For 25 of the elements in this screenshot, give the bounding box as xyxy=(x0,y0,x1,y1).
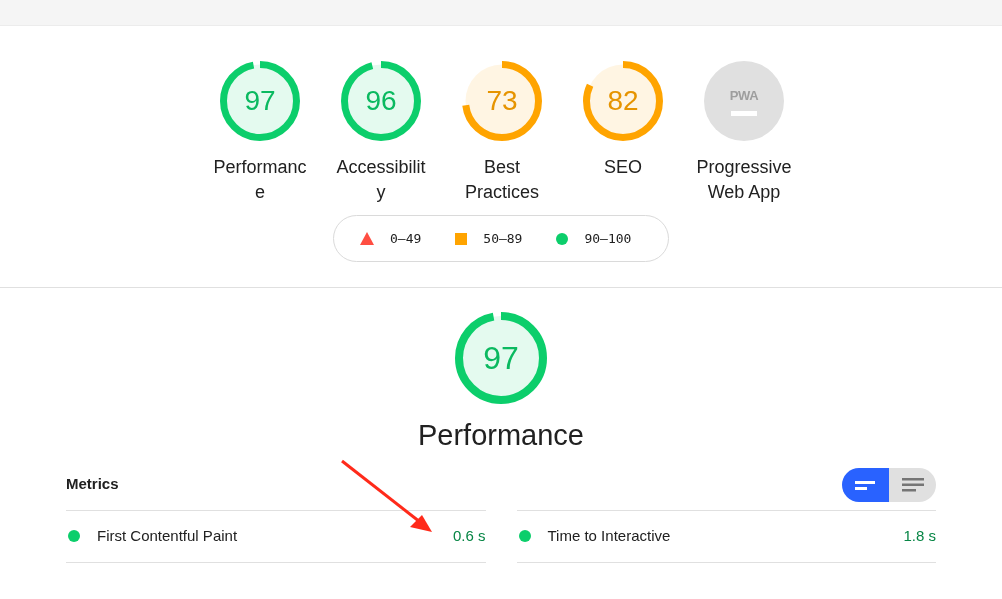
metric-name: First Contentful Paint xyxy=(97,525,238,546)
score-value: 96 xyxy=(365,84,397,118)
category-label: Accessibility xyxy=(335,156,427,204)
section-title: Performance xyxy=(418,418,584,453)
view-toggle-button[interactable] xyxy=(889,467,936,502)
category-label: Best Practices xyxy=(464,156,540,204)
metric-value: 1.8 s xyxy=(903,525,936,546)
category-label: Progressive Web App xyxy=(695,156,793,204)
text-lines-icon xyxy=(901,477,924,492)
metrics-heading: Metrics xyxy=(66,474,119,495)
triangle-icon xyxy=(360,232,374,245)
metric-name: Time to Interactive xyxy=(547,525,671,546)
pwa-badge: PWA xyxy=(704,61,784,141)
score-value: 73 xyxy=(486,84,518,118)
square-icon xyxy=(455,232,468,245)
score-value: 97 xyxy=(244,84,276,118)
category-label: Performance xyxy=(212,156,308,204)
legend-range: 50–89 xyxy=(483,229,523,248)
score-value: 82 xyxy=(607,84,639,118)
score-value: 97 xyxy=(483,339,519,378)
view-toggle-button[interactable] xyxy=(842,467,889,502)
metric-value: 0.6 s xyxy=(452,525,486,546)
legend-range: 90–100 xyxy=(584,229,632,248)
category-label: SEO xyxy=(603,156,643,179)
legend-range: 0–49 xyxy=(390,229,422,248)
